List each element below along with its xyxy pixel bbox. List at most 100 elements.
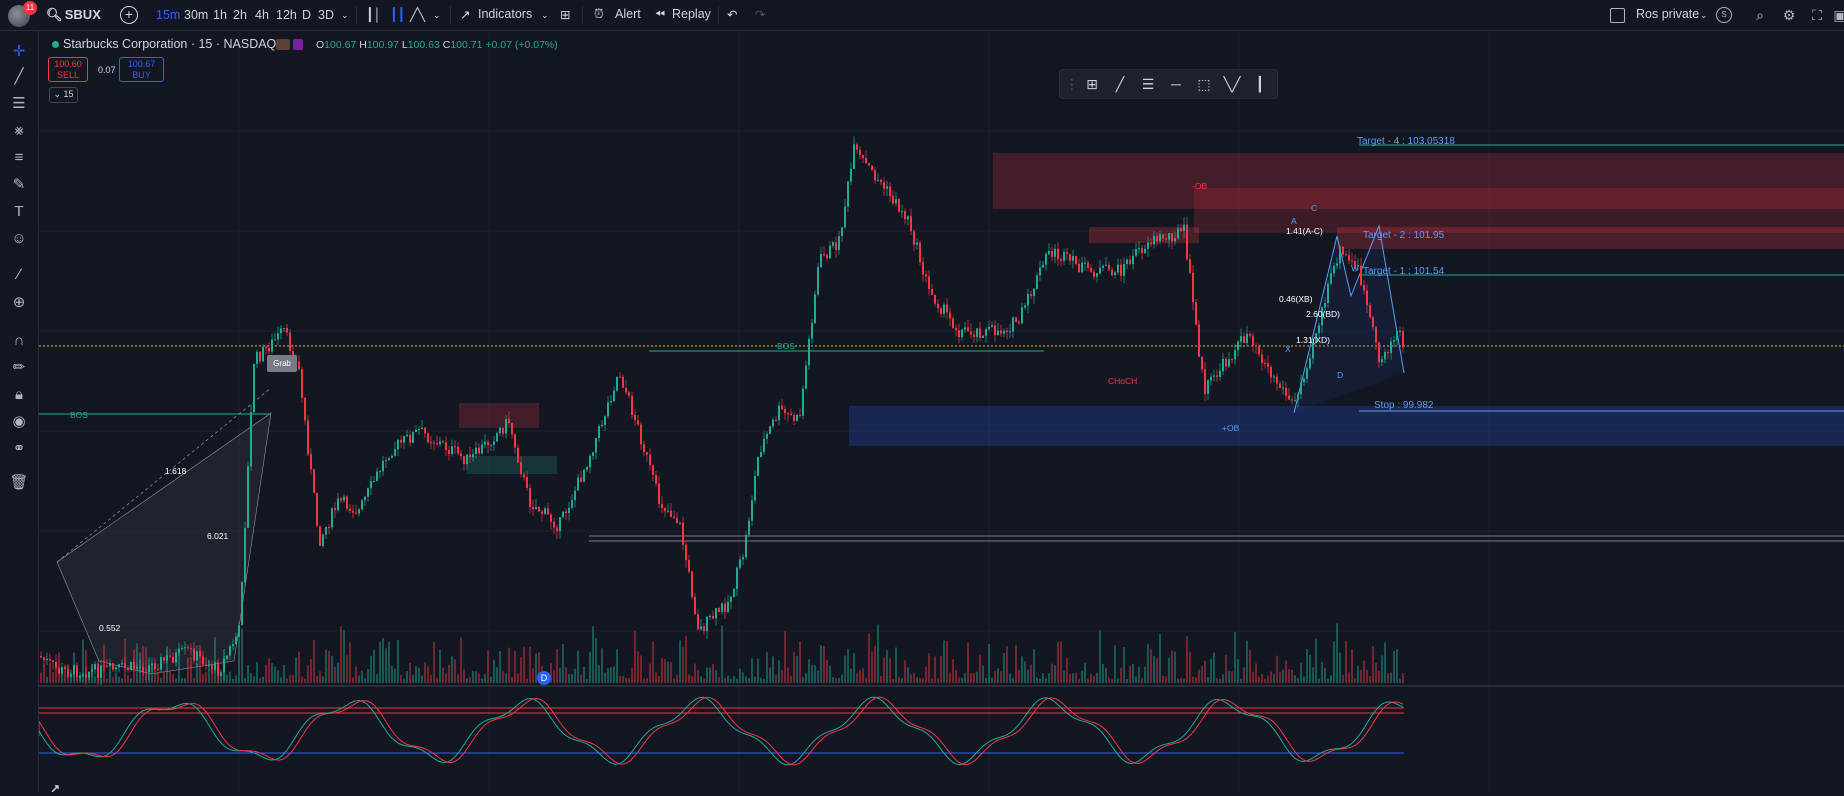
grid-template-icon[interactable]: ⊞ (1082, 74, 1102, 94)
dividends-icon[interactable] (293, 39, 303, 50)
path-icon[interactable]: ╲╱ (1222, 74, 1242, 94)
candle-body (862, 155, 864, 159)
interval-dropdown-icon[interactable]: ⌄ (341, 10, 349, 21)
interval-15m[interactable]: 15m (156, 8, 180, 22)
volume-bar (43, 664, 45, 683)
text-icon[interactable]: T (9, 202, 29, 222)
candle-body (703, 626, 705, 632)
undo-icon[interactable]: ↶ (727, 7, 737, 22)
candle-body (691, 571, 693, 597)
interval-30m[interactable]: 30m (184, 8, 208, 22)
bars-pattern-icon[interactable]: ┃ (1250, 74, 1270, 94)
chevron-down-icon[interactable]: ⌄ (433, 10, 441, 21)
line-chart-icon[interactable]: ╱╲ (410, 7, 425, 22)
pattern-icon[interactable]: ⨳ (9, 121, 29, 141)
magnet-icon[interactable]: ∩ (9, 331, 29, 351)
zoom-in-icon[interactable]: ⊕ (9, 293, 29, 313)
alert-icon[interactable]: ⏰︎ (594, 7, 604, 22)
crosshair-icon[interactable]: ✛ (9, 42, 29, 62)
candle-body (1189, 259, 1191, 273)
fib-retracement-icon[interactable]: ☰ (1138, 74, 1158, 94)
fib-retracement-icon[interactable]: ☰ (9, 94, 29, 114)
compare-symbol-button[interactable]: + (120, 6, 138, 24)
layout-checkbox[interactable] (1610, 8, 1625, 23)
candles-icon[interactable]: ┃┃ (390, 7, 405, 22)
alert-button[interactable]: Alert (615, 7, 641, 21)
chevron-down-icon[interactable]: ⌄ (541, 10, 549, 21)
candle-body (1333, 265, 1335, 274)
volume-bar (520, 657, 522, 683)
buy-button[interactable]: 100.67 BUY (119, 57, 164, 82)
rectangle-icon[interactable]: ⬚ (1194, 74, 1214, 94)
candle-body (661, 503, 663, 508)
stay-drawing-icon[interactable]: ✏ (9, 358, 29, 378)
dividend-marker[interactable]: D (537, 671, 551, 685)
volume-bar (1291, 669, 1293, 683)
interval-3d[interactable]: 3D (318, 8, 334, 22)
symbol-title[interactable]: Starbucks Corporation · 15 · NASDAQ (63, 37, 276, 51)
volume-bar (1240, 678, 1242, 683)
bar-style-icon[interactable]: ┃│ (366, 7, 381, 22)
sell-button[interactable]: 100.60 SELL (48, 57, 88, 82)
volume-bar (997, 668, 999, 683)
horizontal-ray-icon[interactable]: ─ (1166, 74, 1186, 94)
snapshot-camera-icon[interactable]: ▣ (1831, 6, 1844, 24)
templates-icon[interactable]: ⊞ (560, 7, 570, 22)
candle-body (1180, 228, 1182, 231)
candle-body (1093, 271, 1095, 277)
volume-bar (241, 628, 243, 683)
volume-bar (382, 638, 384, 683)
trend-line-icon[interactable]: ╱ (1110, 74, 1130, 94)
emoji-icon[interactable]: ☺ (9, 229, 29, 249)
forecast-icon[interactable]: ≡ (9, 148, 29, 168)
brush-icon[interactable]: ✎ (9, 175, 29, 195)
volume-bar (1192, 676, 1194, 683)
interval-4h[interactable]: 4h (255, 8, 269, 22)
chevron-down-icon[interactable]: ⌄ (1700, 10, 1708, 21)
drag-handle-icon[interactable]: ⋮ (1062, 74, 1082, 94)
earnings-icon[interactable] (276, 39, 290, 50)
candle-body (595, 437, 597, 453)
price-chart[interactable] (39, 31, 1844, 792)
link-icon[interactable]: ⚭ (9, 439, 29, 459)
candle-body (892, 195, 894, 204)
redo-icon[interactable]: ↷ (755, 7, 765, 22)
interval-d[interactable]: D (302, 8, 311, 22)
volume-bar (628, 678, 630, 683)
volume-bar (1162, 675, 1164, 683)
candle-body (205, 664, 207, 666)
quick-search-icon[interactable]: ⌕ (1751, 6, 1769, 24)
candle-body (844, 206, 846, 228)
ruler-icon[interactable]: ∕ (9, 265, 29, 285)
interval-2h[interactable]: 2h (233, 8, 247, 22)
volume-bar (1135, 676, 1137, 683)
collapse-legend-button[interactable]: ⌄ 15 (49, 87, 78, 103)
candle-body (442, 441, 444, 443)
volume-bar (694, 663, 696, 683)
interval-12h[interactable]: 12h (276, 8, 297, 22)
volume-bar (577, 650, 579, 683)
fullscreen-icon[interactable]: ⛶ (1808, 6, 1826, 24)
trend-line-icon[interactable]: ╱ (9, 67, 29, 87)
trash-icon[interactable]: 🗑︎ (9, 473, 29, 493)
replay-button[interactable]: Replay (672, 7, 711, 21)
candle-body (1135, 249, 1137, 256)
interval-1h[interactable]: 1h (213, 8, 227, 22)
replay-icon[interactable]: ⏪︎ (655, 7, 665, 22)
fib-ratio-label: 1.618 (165, 466, 187, 476)
layout-name[interactable]: Ros private (1636, 7, 1699, 21)
candle-body (346, 496, 348, 509)
indicators-icon[interactable]: ↗ (460, 7, 470, 22)
candle-body (478, 447, 480, 454)
volume-bar (796, 656, 798, 683)
candle-body (994, 325, 996, 336)
symbol-search[interactable]: 🔍︎ SBUX (46, 7, 101, 23)
volume-bar (991, 677, 993, 683)
candle-body (715, 608, 717, 619)
volume-bar (499, 651, 501, 683)
indicators-button[interactable]: Indicators (478, 7, 532, 21)
volume-bar (1159, 634, 1161, 683)
settings-gear-icon[interactable]: ⚙︎ (1780, 6, 1798, 24)
eye-icon[interactable]: ◉ (9, 412, 29, 432)
lock-icon[interactable]: 🔒︎ (9, 385, 29, 405)
